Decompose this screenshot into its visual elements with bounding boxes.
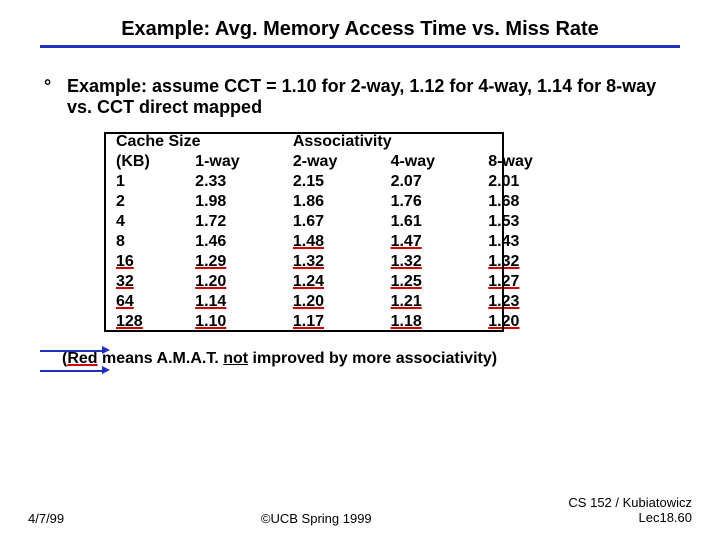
cell-4way: 1.61 (385, 212, 483, 232)
cell-size: 1 (110, 172, 189, 192)
table-header-row-1: Cache Size Associativity (110, 132, 580, 152)
cell-8way: 1.23 (482, 292, 580, 312)
cell-size: 8 (110, 232, 189, 252)
cell-2way: 1.86 (287, 192, 385, 212)
cell-8way: 1.53 (482, 212, 580, 232)
cell-4way: 1.25 (385, 272, 483, 292)
table-row: 128 1.10 1.17 1.18 1.20 (110, 312, 580, 332)
header-associativity: Associativity (287, 132, 580, 152)
arrow-right-icon (102, 366, 110, 374)
cell-4way: 1.32 (385, 252, 483, 272)
cell-1way: 1.20 (189, 272, 287, 292)
cell-2way: 1.20 (287, 292, 385, 312)
cell-8way: 2.01 (482, 172, 580, 192)
cell-8way: 1.32 (482, 252, 580, 272)
cell-size: 64 (110, 292, 189, 312)
cell-4way: 2.07 (385, 172, 483, 192)
footer-copyright: ©UCB Spring 1999 (64, 511, 568, 526)
cell-size: 4 (110, 212, 189, 232)
footnote-not: not (223, 350, 248, 367)
cell-2way: 1.17 (287, 312, 385, 332)
table-row: 64 1.14 1.20 1.21 1.23 (110, 292, 580, 312)
cell-2way: 2.15 (287, 172, 385, 192)
bullet-text: Example: assume CCT = 1.10 for 2-way, 1.… (67, 76, 677, 118)
cell-4way: 1.21 (385, 292, 483, 312)
cell-8way: 1.68 (482, 192, 580, 212)
cell-size: 32 (110, 272, 189, 292)
header-kb: (KB) (110, 152, 189, 172)
cell-size: 128 (110, 312, 189, 332)
cell-1way: 1.10 (189, 312, 287, 332)
cell-4way: 1.76 (385, 192, 483, 212)
bullet-mark: ° (44, 76, 62, 97)
amat-table: Cache Size Associativity (KB) 1-way 2-wa… (110, 132, 580, 332)
cell-1way: 1.46 (189, 232, 287, 252)
cell-2way: 1.48 (287, 232, 385, 252)
cell-2way: 1.32 (287, 252, 385, 272)
cell-1way: 1.72 (189, 212, 287, 232)
cell-1way: 1.98 (189, 192, 287, 212)
footer-course-line2: Lec18.60 (639, 510, 693, 525)
footnote-mid: means A.M.A.T. (98, 350, 224, 367)
data-table-wrap: Cache Size Associativity (KB) 1-way 2-wa… (110, 132, 580, 332)
slide-title: Example: Avg. Memory Access Time vs. Mis… (0, 0, 720, 45)
table-row: 4 1.72 1.67 1.61 1.53 (110, 212, 580, 232)
table-row: 2 1.98 1.86 1.76 1.68 (110, 192, 580, 212)
cell-8way: 1.20 (482, 312, 580, 332)
cell-8way: 1.27 (482, 272, 580, 292)
footer-date: 4/7/99 (28, 511, 64, 526)
cell-2way: 1.67 (287, 212, 385, 232)
footer: 4/7/99 ©UCB Spring 1999 CS 152 / Kubiato… (0, 495, 720, 526)
cell-1way: 2.33 (189, 172, 287, 192)
table-header-row-2: (KB) 1-way 2-way 4-way 8-way (110, 152, 580, 172)
header-cache-size: Cache Size (110, 132, 287, 152)
cell-4way: 1.47 (385, 232, 483, 252)
cell-1way: 1.29 (189, 252, 287, 272)
header-4way: 4-way (385, 152, 483, 172)
table-row: 1 2.33 2.15 2.07 2.01 (110, 172, 580, 192)
cell-size: 2 (110, 192, 189, 212)
cell-2way: 1.24 (287, 272, 385, 292)
arrow-line (40, 370, 102, 372)
table-row: 8 1.46 1.48 1.47 1.43 (110, 232, 580, 252)
arrow-right-icon (102, 346, 110, 354)
cell-1way: 1.14 (189, 292, 287, 312)
header-2way: 2-way (287, 152, 385, 172)
footer-course: CS 152 / Kubiatowicz Lec18.60 (568, 495, 692, 526)
bullet-block: ° Example: assume CCT = 1.10 for 2-way, … (0, 48, 720, 128)
footnote-end: improved by more associativity) (248, 350, 497, 367)
arrow-line (40, 350, 102, 352)
header-1way: 1-way (189, 152, 287, 172)
cell-8way: 1.43 (482, 232, 580, 252)
header-8way: 8-way (482, 152, 580, 172)
table-row: 16 1.29 1.32 1.32 1.32 (110, 252, 580, 272)
table-row: 32 1.20 1.24 1.25 1.27 (110, 272, 580, 292)
footnote-red: Red (67, 350, 97, 367)
cell-4way: 1.18 (385, 312, 483, 332)
footer-course-line1: CS 152 / Kubiatowicz (568, 495, 692, 510)
cell-size: 16 (110, 252, 189, 272)
